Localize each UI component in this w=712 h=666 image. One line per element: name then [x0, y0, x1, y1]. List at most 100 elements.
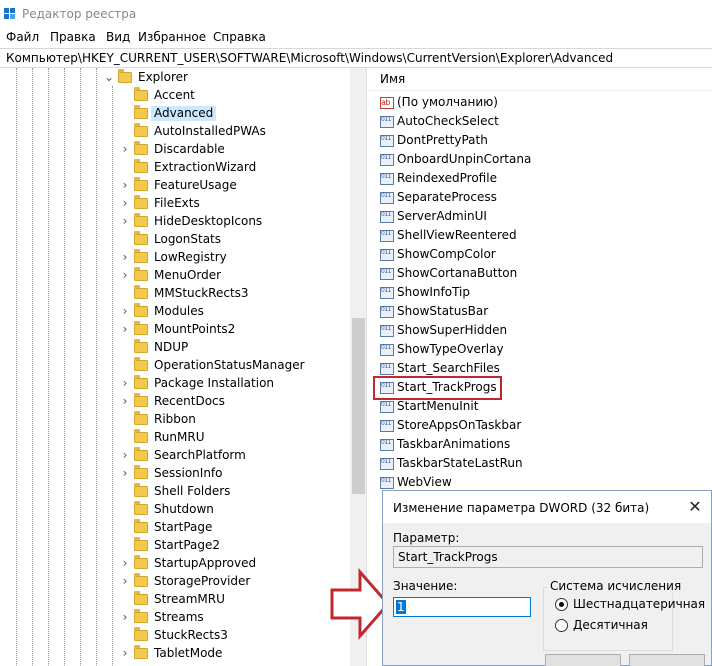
value-row[interactable]: ShowStatusBar — [378, 303, 708, 321]
chevron-right-icon[interactable]: › — [120, 646, 130, 660]
tree-item[interactable]: › SessionInfo — [0, 465, 350, 483]
tree-item[interactable]: › HideDesktopIcons — [0, 213, 350, 231]
tree-item[interactable]: OperationStatusManager — [0, 357, 350, 375]
tree-item-explorer[interactable]: ⌄ Explorer — [0, 69, 350, 87]
title-bar: Редактор реестра — [0, 0, 712, 28]
tree-item[interactable]: Accent — [0, 87, 350, 105]
menu-file[interactable]: Файл — [6, 29, 39, 45]
close-icon[interactable]: ✕ — [683, 497, 707, 517]
tree-item-label: FileExts — [154, 196, 200, 210]
tree-item[interactable]: RunMRU — [0, 429, 350, 447]
tree-item[interactable]: StartPage — [0, 519, 350, 537]
value-row[interactable]: OnboardUnpinCortana — [378, 151, 708, 169]
value-row[interactable]: TaskbarStateLastRun — [378, 455, 708, 473]
tree-item[interactable]: › MountPoints2 — [0, 321, 350, 339]
menu-favorites[interactable]: Избранное — [138, 29, 206, 45]
scrollbar-thumb[interactable] — [352, 318, 365, 494]
tree-item[interactable]: Shell Folders — [0, 483, 350, 501]
value-row[interactable]: ShowCompColor — [378, 246, 708, 264]
tree-item[interactable]: AutoInstalledPWAs — [0, 123, 350, 141]
chevron-right-icon[interactable]: › — [120, 574, 130, 588]
value-row[interactable]: SeparateProcess — [378, 189, 708, 207]
tree-item[interactable]: › TabletMode — [0, 645, 350, 663]
value-name: SeparateProcess — [397, 190, 497, 204]
tree-item[interactable]: ExtractionWizard — [0, 159, 350, 177]
radio-hexadecimal[interactable]: Шестнадцатеричная — [555, 597, 705, 613]
chevron-down-icon[interactable]: ⌄ — [104, 70, 114, 84]
folder-icon — [134, 555, 148, 569]
chevron-right-icon[interactable]: › — [120, 556, 130, 570]
tree-item[interactable]: StuckRects3 — [0, 627, 350, 645]
folder-icon — [134, 501, 148, 515]
tree-item[interactable]: LogonStats — [0, 231, 350, 249]
tree-item[interactable]: › StorageProvider — [0, 573, 350, 591]
value-data-input[interactable]: 1 — [393, 597, 531, 617]
radio-button-icon[interactable] — [555, 598, 568, 611]
tree-item[interactable]: › RecentDocs — [0, 393, 350, 411]
tree-item[interactable]: › SearchPlatform — [0, 447, 350, 465]
tree-item[interactable]: › Modules — [0, 303, 350, 321]
chevron-right-icon[interactable]: › — [120, 268, 130, 282]
tree-item[interactable]: › Package Installation — [0, 375, 350, 393]
value-row[interactable]: ShowInfoTip — [378, 284, 708, 302]
tree-item[interactable]: MMStuckRects3 — [0, 285, 350, 303]
chevron-right-icon[interactable]: › — [120, 142, 130, 156]
value-row[interactable]: TaskbarAnimations — [378, 436, 708, 454]
value-row[interactable]: (По умолчанию) — [378, 94, 708, 112]
chevron-right-icon[interactable]: › — [120, 214, 130, 228]
chevron-right-icon[interactable]: › — [120, 322, 130, 336]
value-row[interactable]: DontPrettyPath — [378, 132, 708, 150]
tree-item[interactable]: › LowRegistry — [0, 249, 350, 267]
tree-item-label: RecentDocs — [154, 394, 225, 408]
tree-item-label: Shell Folders — [154, 484, 231, 498]
column-header-name[interactable]: Имя — [380, 72, 405, 86]
tree-item[interactable]: Advanced — [0, 105, 350, 123]
value-row[interactable]: ShowCortanaButton — [378, 265, 708, 283]
chevron-right-icon[interactable]: › — [120, 376, 130, 390]
value-name: ShowSuperHidden — [397, 323, 508, 337]
address-bar[interactable]: Компьютер\HKEY_CURRENT_USER\SOFTWARE\Mic… — [0, 48, 712, 68]
address-path: Компьютер\HKEY_CURRENT_USER\SOFTWARE\Mic… — [6, 51, 614, 65]
value-row[interactable]: ShowSuperHidden — [378, 322, 708, 340]
radio-button-icon[interactable] — [555, 619, 568, 632]
value-row[interactable]: StartMenuInit — [378, 398, 708, 416]
ok-button[interactable] — [545, 654, 621, 666]
tree-item[interactable]: Shutdown — [0, 501, 350, 519]
tree-item[interactable]: › Discardable — [0, 141, 350, 159]
tree-item[interactable]: Ribbon — [0, 411, 350, 429]
value-row[interactable]: AutoCheckSelect — [378, 113, 708, 131]
tree-item[interactable]: › Streams — [0, 609, 350, 627]
tree-item[interactable]: › StartupApproved — [0, 555, 350, 573]
chevron-right-icon[interactable]: › — [120, 466, 130, 480]
tree-item[interactable]: › FileExts — [0, 195, 350, 213]
tree-item[interactable]: StreamMRU — [0, 591, 350, 609]
menu-view[interactable]: Вид — [106, 29, 130, 45]
menu-help[interactable]: Справка — [213, 29, 266, 45]
value-row[interactable]: ShellViewReentered — [378, 227, 708, 245]
radio-decimal[interactable]: Десятичная — [555, 618, 705, 634]
tree-item-label: Shutdown — [154, 502, 214, 516]
menu-edit[interactable]: Правка — [50, 29, 96, 45]
tree-item[interactable]: › MenuOrder — [0, 267, 350, 285]
chevron-right-icon[interactable]: › — [120, 178, 130, 192]
tree-item-label: Advanced — [151, 106, 217, 121]
tree-item[interactable]: NDUP — [0, 339, 350, 357]
value-row[interactable]: ShowTypeOverlay — [378, 341, 708, 359]
chevron-right-icon[interactable]: › — [120, 394, 130, 408]
folder-icon — [134, 231, 148, 245]
chevron-right-icon[interactable]: › — [120, 250, 130, 264]
value-row[interactable]: ServerAdminUI — [378, 208, 708, 226]
chevron-right-icon[interactable]: › — [120, 610, 130, 624]
chevron-right-icon[interactable]: › — [120, 304, 130, 318]
value-data-text: 1 — [396, 600, 406, 614]
tree-item[interactable]: StartPage2 — [0, 537, 350, 555]
value-row[interactable]: Start_TrackProgs — [373, 376, 708, 400]
chevron-right-icon[interactable]: › — [120, 448, 130, 462]
cancel-button[interactable] — [629, 654, 705, 666]
value-row[interactable]: StoreAppsOnTaskbar — [378, 417, 708, 435]
chevron-right-icon[interactable]: › — [120, 196, 130, 210]
tree-item-label: FeatureUsage — [154, 178, 237, 192]
tree-item[interactable]: › FeatureUsage — [0, 177, 350, 195]
edit-dword-dialog: Изменение параметра DWORD (32 бита) ✕ Па… — [382, 490, 712, 666]
value-row[interactable]: ReindexedProfile — [378, 170, 708, 188]
